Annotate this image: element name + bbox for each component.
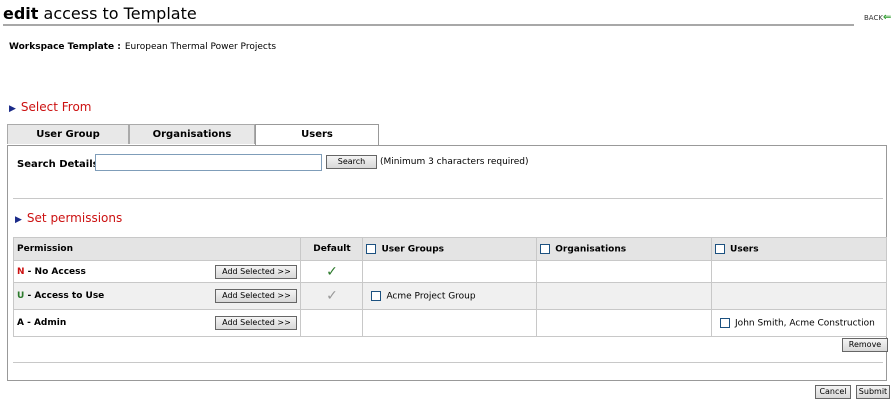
back-link[interactable]: BACK⇐ <box>864 12 891 23</box>
organisations-cell <box>536 309 713 337</box>
search-input[interactable] <box>95 154 322 171</box>
permission-cell-admin: A - Admin Add Selected >> <box>12 309 302 337</box>
title-divider <box>3 24 854 26</box>
select-from-tabs: User Group Organisations Users <box>7 124 379 146</box>
workspace-template-row: Workspace Template : European Thermal Pow… <box>9 42 276 52</box>
permission-name: - Access to Use <box>24 291 105 301</box>
user-groups-cell <box>362 309 538 337</box>
header-default: Default <box>300 237 364 261</box>
back-label: BACK <box>864 14 883 22</box>
permission-cell-access-to-use: U - Access to Use Add Selected >> <box>12 282 302 310</box>
expand-triangle-icon: ▶ <box>15 215 22 225</box>
table-row: N - No Access Add Selected >> ✓ <box>12 260 887 283</box>
select-from-heading[interactable]: ▶ Select From <box>9 100 92 114</box>
organisations-cell <box>536 282 713 310</box>
user-group-name: Acme Project Group <box>386 291 476 302</box>
default-cell[interactable] <box>300 309 364 337</box>
submit-button[interactable]: Submit <box>856 385 890 399</box>
header-organisations-label: Organisations <box>555 244 627 255</box>
users-cell <box>711 260 887 283</box>
permission-code: A <box>17 318 24 328</box>
add-selected-button[interactable]: Add Selected >> <box>215 316 298 330</box>
user-checkbox[interactable] <box>720 317 731 328</box>
permission-name: - Admin <box>23 318 67 328</box>
add-selected-button[interactable]: Add Selected >> <box>215 264 298 279</box>
search-hint: (Minimum 3 characters required) <box>380 157 529 167</box>
default-cell[interactable]: ✓ <box>300 260 364 283</box>
tab-panel: Search Details: Search (Minimum 3 charac… <box>7 145 888 381</box>
users-cell <box>711 282 887 310</box>
check-icon: ✓ <box>326 288 338 304</box>
set-permissions-label: Set permissions <box>26 211 123 225</box>
page-title-text: access to Template <box>38 4 197 23</box>
select-all-user-groups-checkbox[interactable] <box>366 243 377 254</box>
table-row: A - Admin Add Selected >> John Smith, Ac… <box>12 309 887 337</box>
permission-code: N <box>17 266 25 277</box>
tab-user-group[interactable]: User Group <box>7 124 129 144</box>
user-groups-cell: Acme Project Group <box>362 282 538 310</box>
select-all-organisations-checkbox[interactable] <box>540 243 551 254</box>
cancel-button[interactable]: Cancel <box>815 385 851 399</box>
back-arrow-icon: ⇐ <box>882 12 892 23</box>
permissions-table: Permission Default User Groups Organisat… <box>12 237 887 337</box>
header-permission: Permission <box>12 237 302 261</box>
workspace-template-label: Workspace Template : <box>9 42 121 52</box>
users-cell: John Smith, Acme Construction <box>711 309 887 337</box>
header-user-groups: User Groups <box>362 237 538 261</box>
user-name: John Smith, Acme Construction <box>735 318 875 329</box>
user-group-checkbox[interactable] <box>371 290 382 301</box>
panel-bottom-divider <box>13 362 883 363</box>
default-cell[interactable]: ✓ <box>300 282 364 310</box>
check-icon: ✓ <box>326 263 338 280</box>
search-button[interactable]: Search <box>326 155 377 169</box>
permission-name: - No Access <box>24 266 86 277</box>
expand-triangle-icon: ▶ <box>9 104 16 114</box>
table-row: U - Access to Use Add Selected >> ✓ Acme… <box>12 282 887 310</box>
user-groups-cell <box>362 260 538 283</box>
search-divider <box>13 198 883 199</box>
workspace-template-value: European Thermal Power Projects <box>124 42 277 52</box>
select-from-label: Select From <box>20 100 92 114</box>
remove-button[interactable]: Remove <box>842 338 888 352</box>
permission-cell-no-access: N - No Access Add Selected >> <box>12 260 302 283</box>
add-selected-button[interactable]: Add Selected >> <box>215 289 298 303</box>
header-organisations: Organisations <box>536 237 713 261</box>
page-title-bold: edit <box>3 4 39 23</box>
organisations-cell <box>536 260 713 283</box>
header-user-groups-label: User Groups <box>381 244 444 255</box>
tab-organisations[interactable]: Organisations <box>129 124 255 144</box>
table-header-row: Permission Default User Groups Organisat… <box>12 237 887 261</box>
tab-users[interactable]: Users <box>255 124 379 146</box>
header-users: Users <box>711 237 887 261</box>
set-permissions-heading[interactable]: ▶ Set permissions <box>15 211 122 225</box>
page-title: edit access to Template <box>3 4 197 23</box>
header-users-label: Users <box>730 244 759 255</box>
select-all-users-checkbox[interactable] <box>715 243 726 254</box>
search-details-label: Search Details: <box>17 159 103 170</box>
